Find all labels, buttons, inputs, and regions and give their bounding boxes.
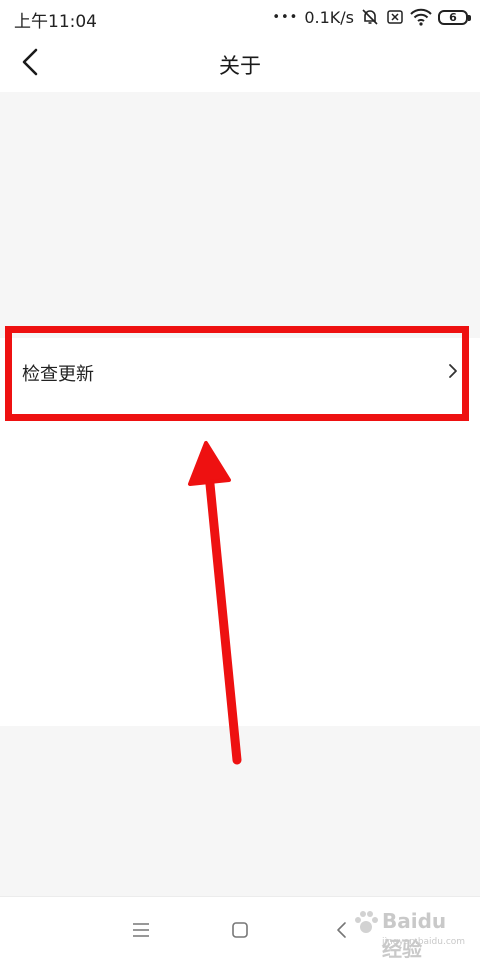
home-icon	[232, 922, 248, 938]
page-title: 关于	[219, 54, 261, 78]
status-icons: ••• 0.1K/s 6	[272, 6, 471, 28]
mute-icon	[360, 7, 380, 27]
top-nav-bar: 关于	[0, 34, 480, 92]
watermark-url: jingyan.baidu.com	[382, 937, 466, 947]
watermark-logo: Baidu经验	[382, 909, 447, 961]
check-update-item[interactable]: 检查更新	[0, 338, 480, 405]
home-button[interactable]	[225, 915, 255, 945]
wifi-icon	[410, 8, 432, 26]
sim-x-icon	[386, 8, 404, 26]
back-icon	[337, 922, 346, 938]
status-dots: •••	[272, 9, 299, 25]
battery-level: 6	[449, 10, 457, 24]
network-speed: 0.1K/s	[304, 7, 354, 27]
content-area	[0, 404, 480, 726]
status-bar: 上午11:04 ••• 0.1K/s 6	[0, 0, 480, 34]
battery-icon: 6	[438, 9, 471, 25]
watermark: Baidu经验 jingyan.baidu.com	[352, 907, 465, 961]
top-spacer	[0, 92, 480, 338]
status-time: 上午11:04	[14, 12, 97, 32]
system-nav-bar: Baidu经验 jingyan.baidu.com	[0, 896, 480, 961]
menu-button[interactable]	[126, 915, 156, 945]
paw-icon	[355, 911, 378, 933]
menu-icon	[133, 923, 149, 937]
chevron-right-icon	[448, 363, 458, 383]
bottom-spacer	[0, 726, 480, 896]
check-update-label: 检查更新	[22, 364, 94, 385]
